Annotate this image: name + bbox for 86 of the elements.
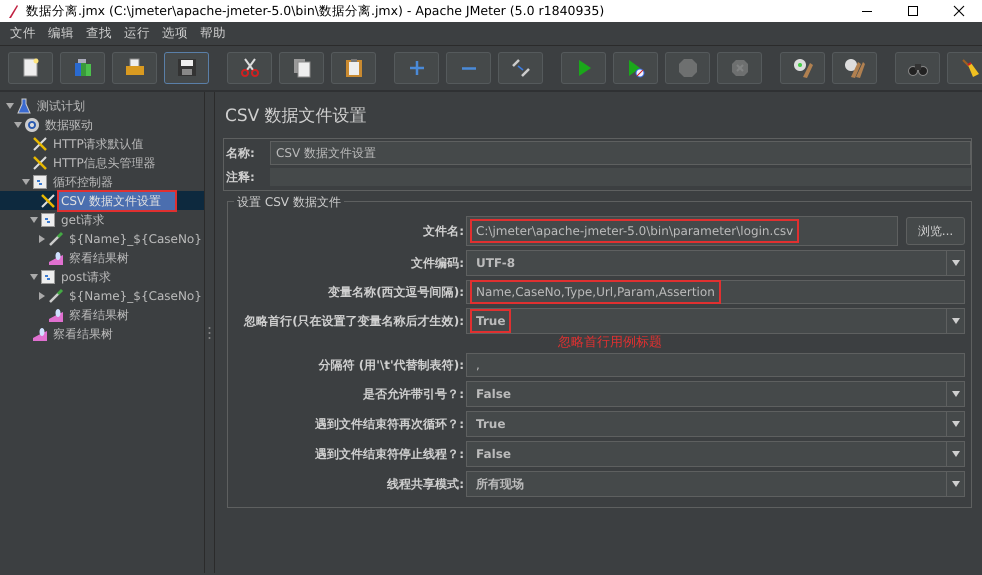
tree-item[interactable]: ${Name}_${CaseNo}	[67, 230, 204, 248]
menu-item[interactable]: 帮助	[194, 24, 232, 43]
wrench-icon	[32, 136, 48, 152]
dropdown[interactable]: False	[466, 440, 965, 466]
dropdown-arrow-icon	[950, 480, 960, 488]
controller-icon	[40, 268, 56, 284]
field-label: 注释:	[225, 168, 256, 186]
annotation-text: 忽略首行用例标题	[558, 336, 662, 348]
toolbar-button[interactable]	[947, 52, 982, 84]
browse-button[interactable]: 浏览...	[906, 216, 965, 244]
tree-item[interactable]: 察看结果树	[67, 248, 131, 266]
tree-item[interactable]: 察看结果树	[51, 324, 115, 342]
toolbar-button[interactable]	[331, 52, 376, 84]
pipette-icon	[48, 230, 64, 246]
toolbar-button[interactable]	[164, 52, 209, 84]
field-label: 线程共享模式:	[386, 476, 465, 492]
menu-item[interactable]: 运行	[118, 24, 156, 43]
toolbar-button[interactable]	[279, 52, 324, 84]
toolbar-button[interactable]	[613, 52, 658, 84]
dropdown[interactable]: UTF-8	[466, 250, 965, 276]
tree-item[interactable]: get请求	[59, 210, 107, 228]
dropdown[interactable]: 所有现场	[466, 470, 965, 496]
wrench-icon	[32, 154, 48, 170]
toolbar-button[interactable]	[112, 52, 157, 84]
tree-item[interactable]: ${Name}_${CaseNo}	[67, 286, 204, 304]
dropdown-arrow-icon	[950, 390, 960, 398]
expanded-icon[interactable]	[5, 100, 15, 110]
collapsed-icon[interactable]	[37, 234, 47, 244]
field-label: 忽略首行(只在设置了变量名称后才生效):	[242, 312, 465, 330]
stop-sign-icon	[676, 57, 698, 79]
window-title: 数据分离.jmx (C:\jmeter\apache-jmeter-5.0\bin\数据分离.jmx) - Apache JMeter (5.0 r1840935)	[25, 2, 606, 20]
field-label: 变量名称(西文逗号间隔):	[326, 284, 465, 300]
menu-item[interactable]: 选项	[156, 24, 194, 43]
tree-item[interactable]: 数据驱动	[43, 116, 95, 134]
tree-item[interactable]: HTTP信息头管理器	[51, 154, 158, 172]
toolbar-button[interactable]	[498, 52, 543, 84]
field-label: 文件编码:	[410, 254, 465, 272]
graph-icon	[48, 250, 64, 266]
tree-item[interactable]: CSV 数据文件设置	[59, 192, 176, 210]
tree-item[interactable]: post请求	[59, 268, 113, 286]
toolbar-button[interactable]	[780, 52, 825, 84]
toolbar-button[interactable]	[8, 52, 53, 84]
field-label: 遇到文件结束符再次循环？:	[314, 416, 465, 432]
expanded-icon[interactable]	[13, 120, 23, 130]
menu-item[interactable]: 查找	[80, 24, 118, 43]
name-field[interactable]: CSV 数据文件设置	[270, 140, 971, 164]
tree-item[interactable]: HTTP请求默认值	[51, 134, 146, 152]
field-label: 是否允许带引号？:	[362, 386, 465, 402]
panel-title: CSV 数据文件设置	[225, 105, 368, 128]
pipette-icon	[48, 288, 64, 304]
wrench-icon	[40, 192, 56, 208]
tree-item[interactable]: 测试计划	[35, 96, 87, 114]
input-field[interactable]: ,	[466, 352, 965, 376]
close-icon[interactable]	[951, 4, 967, 18]
menu-item[interactable]: 文件	[4, 24, 42, 43]
dropdown-arrow-icon	[950, 258, 960, 266]
input-field[interactable]: Name,CaseNo,Type,Url,Param,Assertion	[466, 280, 965, 304]
dropdown-arrow-icon	[950, 450, 960, 458]
field-label: 遇到文件结束符停止线程？:	[314, 446, 465, 462]
maximize-icon[interactable]	[905, 4, 921, 18]
comment-field[interactable]	[270, 168, 971, 186]
field-label: 名称:	[224, 144, 256, 162]
dropdown-arrow-icon	[950, 316, 960, 324]
field-label: 文件名:	[422, 222, 465, 240]
toolbar-button[interactable]	[227, 52, 272, 84]
field-label: 分隔符 (用'\t'代替制表符):	[317, 356, 465, 374]
graph-icon	[32, 326, 48, 342]
tree-item[interactable]: 循环控制器	[51, 172, 115, 190]
dropdown[interactable]: True	[466, 308, 965, 334]
expanded-icon[interactable]	[21, 176, 31, 186]
controller-icon	[40, 212, 56, 228]
collapsed-icon[interactable]	[37, 290, 47, 300]
expanded-icon[interactable]	[29, 272, 39, 282]
tree-item[interactable]: 察看结果树	[67, 306, 131, 324]
dropdown[interactable]: True	[466, 410, 965, 436]
graph-icon	[48, 306, 64, 322]
minus-icon	[462, 66, 476, 70]
flask-icon	[16, 98, 32, 114]
expanded-icon[interactable]	[29, 214, 39, 224]
menu-item[interactable]: 编辑	[42, 24, 80, 43]
controller-icon	[32, 174, 48, 190]
dropdown[interactable]: False	[466, 380, 965, 406]
toolbar-button[interactable]	[832, 52, 877, 84]
dropdown-arrow-icon	[950, 420, 960, 428]
input-field[interactable]: C:\jmeter\apache-jmeter-5.0\bin\parameter\login.csv	[466, 216, 898, 246]
scissors-icon	[238, 57, 260, 79]
